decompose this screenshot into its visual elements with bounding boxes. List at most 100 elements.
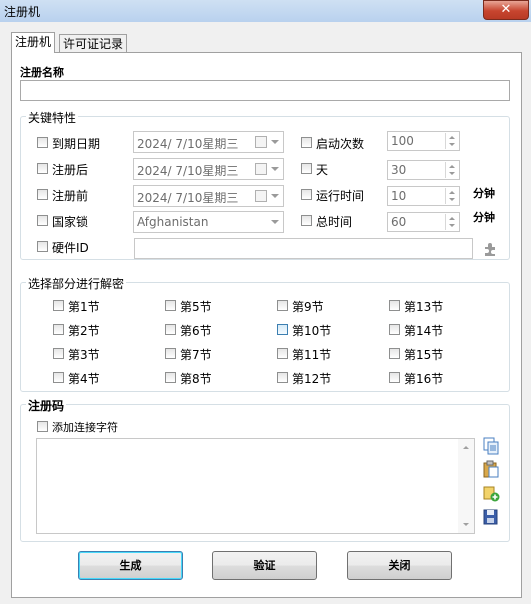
section-checkbox[interactable] (389, 324, 400, 335)
vertical-scrollbar[interactable] (458, 439, 474, 533)
total-time-label: 总时间 (316, 215, 353, 229)
section-label: 第9节 (292, 300, 324, 314)
section-label: 第13节 (404, 300, 444, 314)
before-checkbox[interactable] (37, 189, 48, 200)
expiry-date-label: 到期日期 (52, 137, 101, 151)
copy-icon[interactable] (482, 437, 500, 455)
after-label: 注册后 (52, 163, 89, 177)
scroll-down-icon[interactable] (463, 523, 469, 526)
tab-license-records[interactable]: 许可证记录 (59, 34, 128, 53)
stepper-buttons[interactable] (445, 133, 458, 149)
before-date-picker[interactable]: 2024/ 7/10星期三 (133, 185, 284, 207)
after-date-picker[interactable]: 2024/ 7/10星期三 (133, 158, 284, 180)
section-label: 第7节 (180, 348, 212, 362)
section-checkbox[interactable] (389, 372, 400, 383)
verify-button[interactable]: 验证 (212, 551, 317, 580)
days-value: 30 (391, 163, 407, 177)
stepper-buttons[interactable] (445, 162, 458, 178)
launch-count-label: 启动次数 (316, 137, 365, 151)
scroll-up-icon[interactable] (463, 446, 469, 449)
days-stepper[interactable]: 30 (387, 160, 460, 180)
stepper-buttons[interactable] (445, 188, 458, 204)
save-icon[interactable] (482, 508, 500, 526)
before-label: 注册前 (52, 189, 89, 203)
section-label: 第2节 (68, 324, 100, 338)
launch-count-checkbox[interactable] (301, 137, 312, 148)
section-label: 第14节 (404, 324, 444, 338)
section-checkbox[interactable] (53, 348, 64, 359)
section-checkbox[interactable] (165, 324, 176, 335)
calendar-icon (255, 136, 267, 148)
hardware-id-checkbox[interactable] (37, 241, 48, 252)
section-checkbox[interactable] (53, 300, 64, 311)
tab-keygen[interactable]: 注册机 (11, 32, 56, 53)
total-time-stepper[interactable]: 60 (387, 212, 460, 232)
close-button[interactable]: 关闭 (347, 551, 452, 580)
expiry-date-checkbox[interactable] (37, 137, 48, 148)
window-close-button[interactable]: ✕ (483, 0, 529, 20)
title-bar (0, 0, 531, 22)
paste-icon[interactable] (482, 460, 500, 478)
total-time-checkbox[interactable] (301, 215, 312, 226)
after-checkbox[interactable] (37, 163, 48, 174)
calendar-icon (255, 190, 267, 202)
section-label: 第12节 (292, 372, 332, 386)
add-hyphen-checkbox[interactable] (37, 421, 48, 432)
hardware-id-input[interactable] (134, 238, 473, 259)
run-time-stepper[interactable]: 10 (387, 186, 460, 206)
run-time-value: 10 (391, 189, 407, 203)
run-time-checkbox[interactable] (301, 189, 312, 200)
add-key-icon[interactable] (482, 484, 500, 502)
expiry-date-picker[interactable]: 2024/ 7/10星期三 (133, 131, 284, 153)
section-label: 第1节 (68, 300, 100, 314)
section-checkbox[interactable] (277, 348, 288, 359)
window-title: 注册机 (4, 5, 41, 19)
section-checkbox[interactable] (389, 348, 400, 359)
chevron-down-icon (271, 140, 279, 144)
days-checkbox[interactable] (301, 163, 312, 174)
section-label: 第10节 (292, 324, 332, 338)
reg-code-textarea[interactable] (36, 438, 475, 534)
reg-name-label: 注册名称 (20, 66, 64, 79)
section-label: 第8节 (180, 372, 212, 386)
section-checkbox[interactable] (277, 372, 288, 383)
days-label: 天 (316, 163, 329, 177)
country-lock-checkbox[interactable] (37, 215, 48, 226)
run-time-label: 运行时间 (316, 189, 365, 203)
puzzle-icon[interactable] (482, 241, 498, 257)
after-date-value: 2024/ 7/10星期三 (137, 164, 239, 178)
total-time-value: 60 (391, 215, 407, 229)
section-label: 第11节 (292, 348, 332, 362)
section-checkbox[interactable] (389, 300, 400, 311)
launch-count-value: 100 (391, 134, 414, 148)
section-checkbox[interactable] (277, 300, 288, 311)
section-label: 第16节 (404, 372, 444, 386)
country-value: Afghanistan (137, 215, 209, 229)
section-checkbox[interactable] (165, 300, 176, 311)
generate-button[interactable]: 生成 (78, 551, 183, 580)
total-time-unit: 分钟 (473, 211, 495, 224)
add-hyphen-label: 添加连接字符 (52, 421, 118, 434)
launch-count-stepper[interactable]: 100 (387, 131, 460, 151)
section-label: 第15节 (404, 348, 444, 362)
expiry-date-value: 2024/ 7/10星期三 (137, 137, 239, 151)
section-label: 第3节 (68, 348, 100, 362)
section-checkbox[interactable] (53, 372, 64, 383)
section-checkbox[interactable] (277, 324, 288, 335)
sections-title: 选择部分进行解密 (26, 275, 127, 292)
reg-name-input[interactable] (20, 80, 510, 101)
section-label: 第6节 (180, 324, 212, 338)
section-checkbox[interactable] (165, 348, 176, 359)
chevron-down-icon (271, 167, 279, 171)
country-lock-label: 国家锁 (52, 215, 89, 229)
section-label: 第4节 (68, 372, 100, 386)
hardware-id-label: 硬件ID (52, 241, 89, 255)
section-checkbox[interactable] (165, 372, 176, 383)
calendar-icon (255, 163, 267, 175)
section-checkbox[interactable] (53, 324, 64, 335)
stepper-buttons[interactable] (445, 214, 458, 230)
run-time-unit: 分钟 (473, 187, 495, 200)
section-label: 第5节 (180, 300, 212, 314)
country-select[interactable]: Afghanistan (133, 211, 284, 233)
reg-code-title: 注册码 (26, 397, 67, 414)
